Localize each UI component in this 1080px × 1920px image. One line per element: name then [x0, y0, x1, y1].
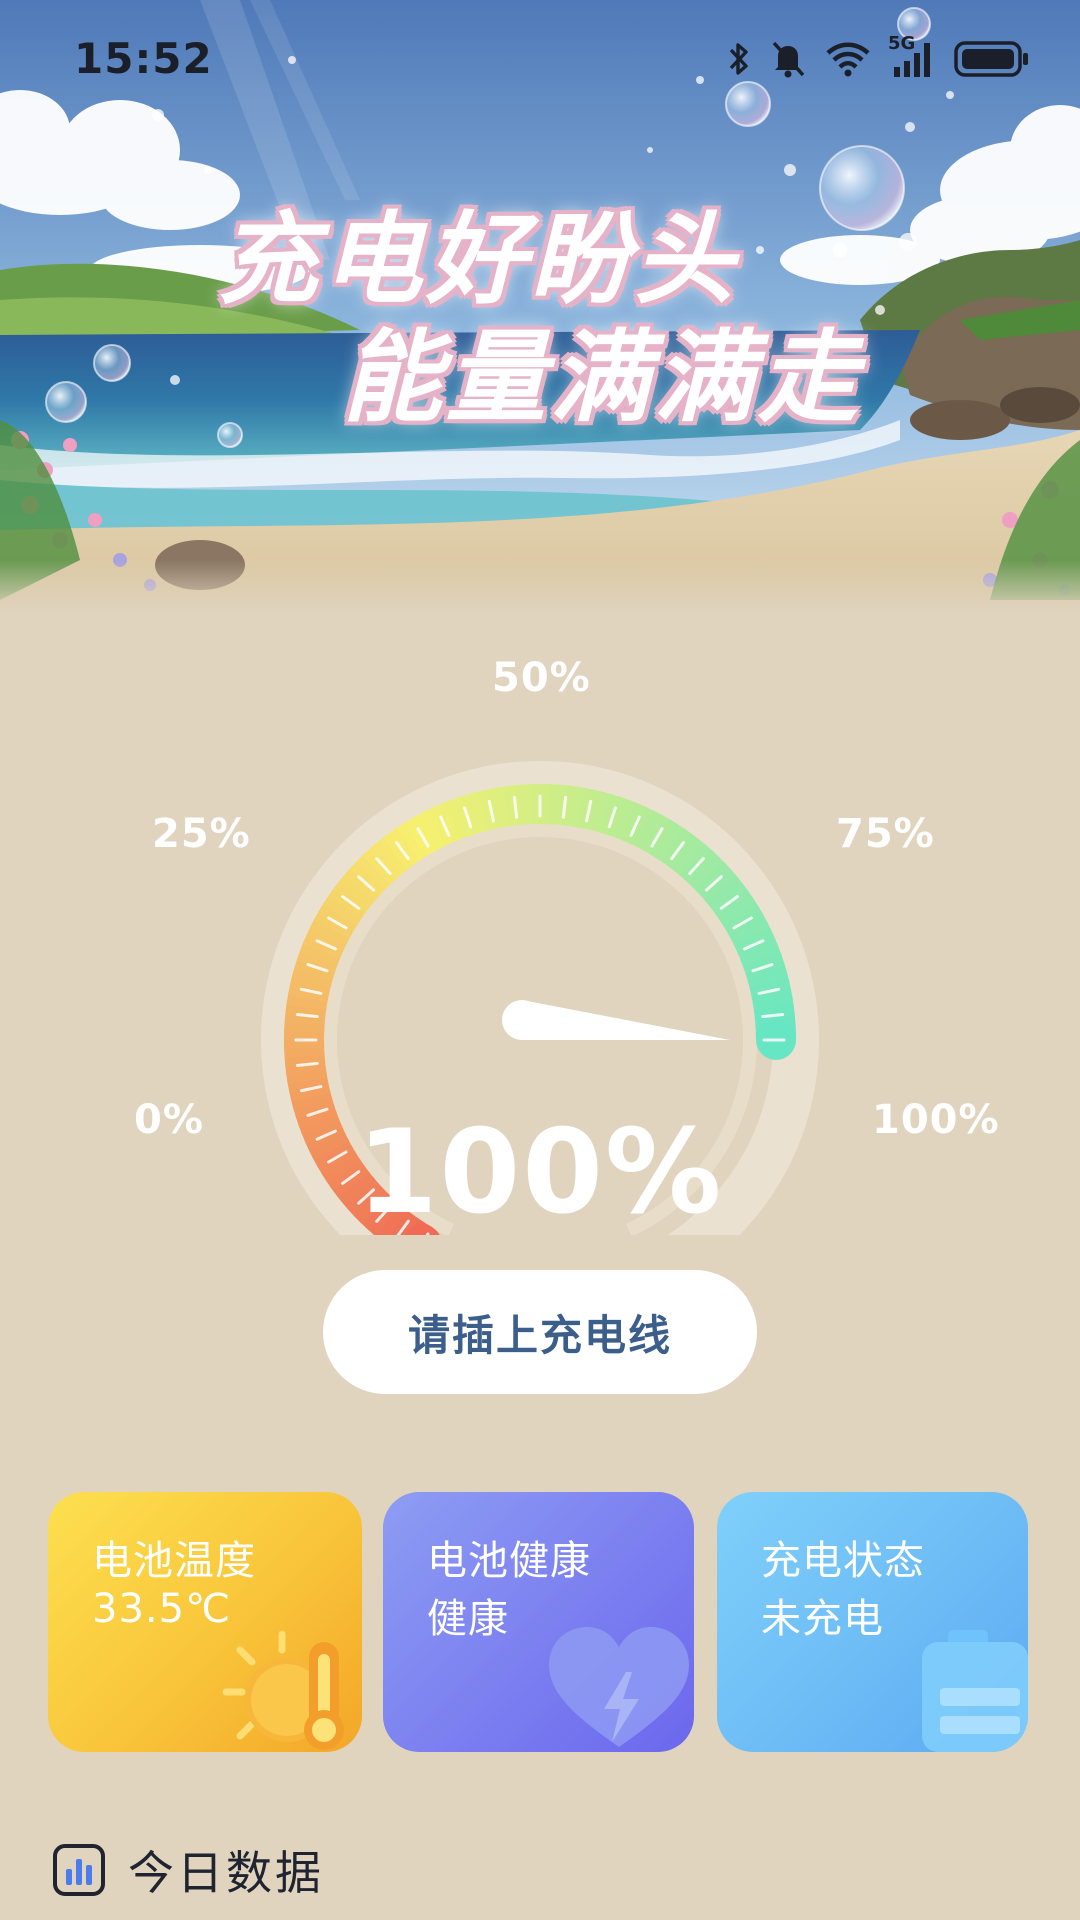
- headline: 充电好盼头 能量满满走: [0, 0, 1080, 615]
- gauge-label-25: 25%: [152, 811, 251, 857]
- gauge-tick: [561, 795, 568, 819]
- battery-health-card[interactable]: 电池健康 健康: [383, 1492, 694, 1752]
- gauge-tick: [512, 795, 519, 819]
- gauge-tick: [295, 1012, 319, 1019]
- card-title: 充电状态: [761, 1538, 925, 1584]
- card-title: 电池健康: [427, 1538, 591, 1584]
- battery-outline-icon: [922, 1630, 1028, 1752]
- gauge-tick: [295, 1061, 319, 1068]
- card-title: 电池温度: [92, 1538, 256, 1584]
- card-value: 33.5℃: [92, 1586, 231, 1632]
- card-value: 未充电: [761, 1596, 884, 1642]
- battery-percentage: 100%: [356, 1105, 724, 1240]
- today-data-section[interactable]: 今日数据: [52, 1840, 324, 1900]
- headline-line-2: 能量满满走: [342, 319, 862, 436]
- gauge-label-75: 75%: [836, 811, 935, 857]
- heart-bolt-icon: [549, 1627, 689, 1747]
- plug-in-charger-button[interactable]: 请插上充电线: [323, 1270, 757, 1394]
- sun-thermometer-icon: [222, 1630, 344, 1750]
- today-data-title: 今日数据: [128, 1846, 324, 1900]
- gauge-label-50: 50%: [492, 655, 591, 701]
- card-value: 健康: [427, 1596, 509, 1642]
- gauge-needle: [522, 1000, 730, 1040]
- bar-chart-icon: [53, 1844, 105, 1896]
- hero-banner: 15:52 5G 充电好盼头 能量满满走: [0, 0, 1080, 615]
- battery-gauge: 0% 25% 50% 75% 100% 100%: [0, 615, 1080, 1240]
- battery-temperature-card[interactable]: 电池温度 33.5℃: [48, 1492, 362, 1752]
- charge-status-card[interactable]: 充电状态 未充电: [717, 1492, 1028, 1752]
- gauge-tick: [761, 1012, 785, 1019]
- gauge-needle-hub: [502, 1000, 542, 1040]
